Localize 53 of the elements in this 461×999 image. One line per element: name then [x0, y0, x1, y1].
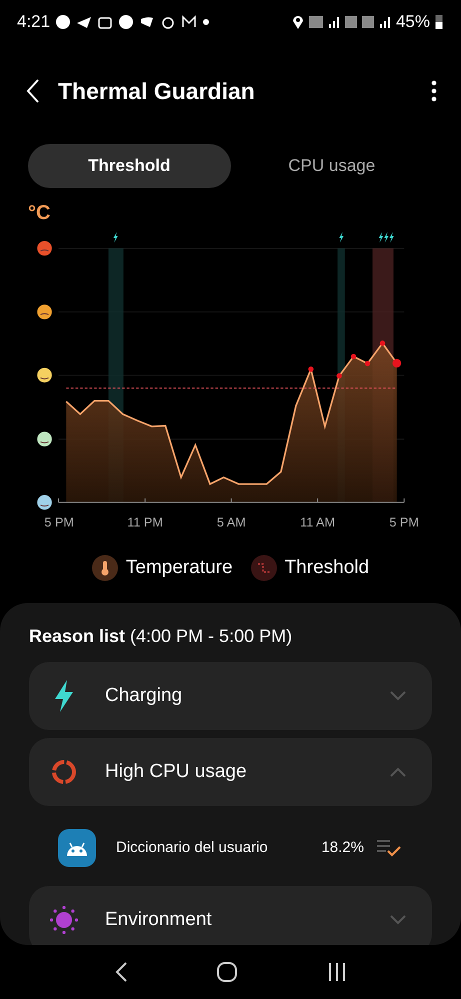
charging-icon — [112, 232, 118, 243]
warning-point — [379, 340, 385, 346]
status-time: 4:21 — [17, 11, 50, 34]
reason-label: High CPU usage — [105, 760, 248, 784]
restrict-check-icon[interactable] — [376, 838, 402, 858]
paper-plane-icon — [76, 14, 92, 30]
battery-icon — [435, 14, 443, 30]
more-options-icon[interactable] — [431, 80, 437, 102]
level-emoji-icon — [36, 368, 52, 382]
warning-point — [364, 360, 370, 366]
page-title: Thermal Guardian — [58, 76, 256, 106]
legend-label: Threshold — [284, 556, 370, 580]
reason-label: Environment — [105, 908, 213, 932]
warning-point — [350, 354, 356, 360]
location-icon — [292, 14, 304, 30]
warning-point — [308, 366, 314, 372]
app-name: Diccionario del usuario — [116, 838, 269, 858]
x-axis-label: 11 AM — [300, 515, 335, 530]
reason-card[interactable]: Charging — [29, 662, 432, 730]
x-axis-label: 11 PM — [126, 515, 162, 530]
signal-icon — [328, 14, 340, 30]
nav-back-icon[interactable] — [114, 961, 128, 983]
reason-card[interactable]: High CPU usage — [29, 738, 432, 806]
usage-percent: 18.2% — [321, 838, 364, 858]
mail-icon — [181, 14, 198, 30]
dot-icon — [202, 18, 210, 26]
charging-icon — [338, 232, 344, 243]
x-axis-label: 5 AM — [216, 515, 246, 530]
reason-list-title: Reason list (4:00 PM - 5:00 PM) — [29, 625, 294, 648]
threshold-icon — [250, 555, 277, 581]
android-app-icon — [58, 829, 96, 867]
warning-point — [336, 373, 342, 378]
tab[interactable]: CPU usage — [230, 144, 433, 188]
level-emoji-icon — [36, 432, 52, 446]
reason-card[interactable]: Environment — [29, 886, 432, 945]
legend-label: Temperature — [126, 556, 233, 580]
level-emoji-icon — [36, 304, 52, 320]
thermometer-icon — [92, 555, 118, 581]
sun-icon — [49, 906, 79, 934]
nav-home-icon[interactable] — [216, 961, 238, 983]
level-emoji-icon — [36, 495, 52, 510]
back-icon[interactable] — [26, 78, 40, 104]
nav-recents-icon[interactable] — [326, 962, 347, 982]
ring-icon — [49, 759, 79, 785]
signal-icon — [378, 14, 391, 30]
warning-point — [392, 358, 401, 368]
unit-label: °C — [27, 201, 52, 226]
x-axis-label: 5 PM — [44, 515, 74, 530]
level-emoji-icon — [36, 240, 52, 256]
battery-percent: 45% — [396, 11, 430, 34]
reason-label: Charging — [105, 684, 184, 708]
tab[interactable]: Threshold — [28, 144, 230, 188]
x-axis-label: 5 PM — [388, 515, 418, 530]
